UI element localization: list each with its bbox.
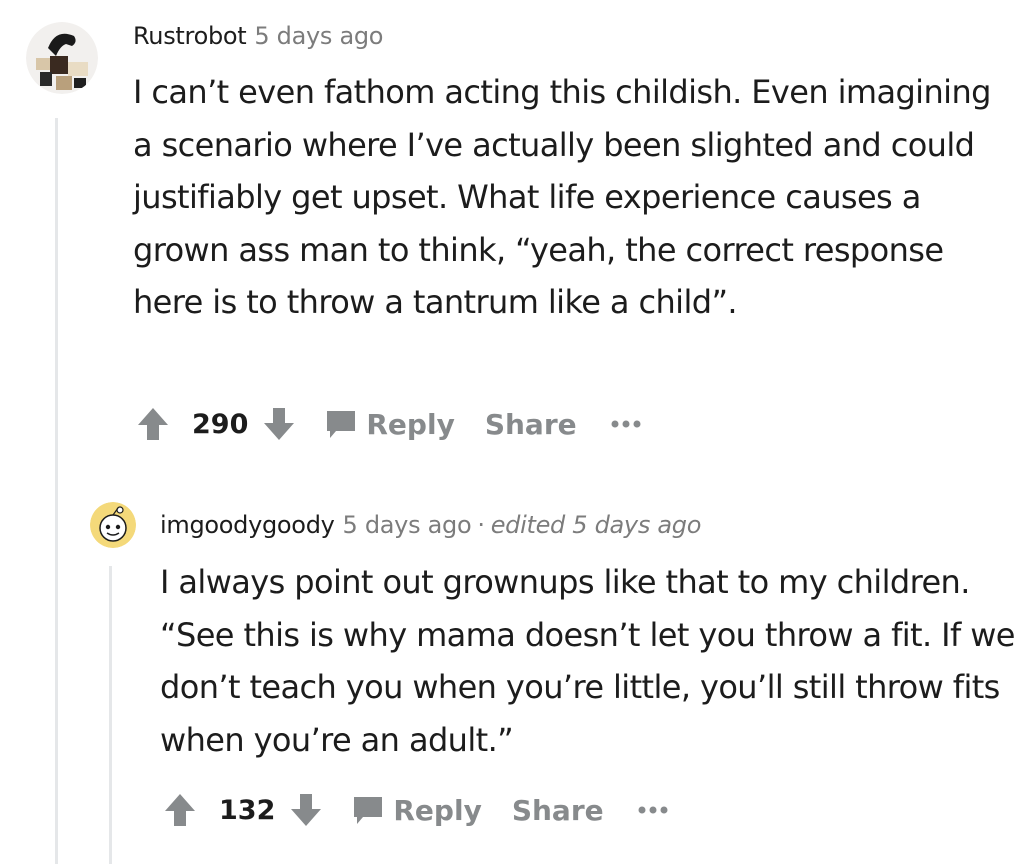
comment-bubble-icon: [327, 411, 356, 438]
timestamp[interactable]: 5 days ago: [343, 511, 472, 539]
thread-line[interactable]: [109, 566, 112, 864]
more-options-icon[interactable]: [636, 800, 670, 820]
timestamp[interactable]: 5 days ago: [254, 22, 383, 50]
downvote-icon[interactable]: [289, 792, 323, 828]
thread-line[interactable]: [55, 118, 58, 864]
edited-timestamp: edited 5 days ago: [490, 511, 702, 539]
comment-meta: imgoodygoody 5 days ago · edited 5 days ago: [160, 511, 701, 539]
comment-thread: Rustrobot 5 days ago I can’t even fathom …: [0, 0, 1024, 864]
avatar[interactable]: [90, 502, 136, 548]
avatar[interactable]: [26, 22, 98, 94]
reply-button[interactable]: Reply: [351, 793, 482, 827]
snoo-avatar-icon: [90, 502, 136, 548]
vote-score: 290: [192, 408, 249, 440]
downvote-icon[interactable]: [262, 406, 296, 442]
comment-actions: 290 Reply Share: [136, 406, 643, 442]
vote-score: 132: [219, 794, 276, 826]
share-button[interactable]: Share: [512, 794, 604, 827]
user-avatar-icon: [26, 22, 98, 94]
comment-body: I can’t even fathom acting this childish…: [133, 73, 991, 321]
more-options-icon[interactable]: [609, 414, 643, 434]
meta-separator: ·: [477, 511, 485, 539]
comment-meta: Rustrobot 5 days ago: [133, 22, 383, 50]
upvote-icon[interactable]: [136, 406, 170, 442]
upvote-icon[interactable]: [163, 792, 197, 828]
share-button[interactable]: Share: [485, 408, 577, 441]
comment-body: I always point out grownups like that to…: [160, 563, 1015, 759]
reply-label: Reply: [366, 407, 455, 441]
reply-label: Reply: [393, 793, 482, 827]
author-link[interactable]: imgoodygoody: [160, 511, 335, 539]
comment-bubble-icon: [354, 797, 383, 824]
reply-button[interactable]: Reply: [324, 407, 455, 441]
comment-actions: 132 Reply Share: [163, 792, 670, 828]
author-link[interactable]: Rustrobot: [133, 22, 247, 50]
